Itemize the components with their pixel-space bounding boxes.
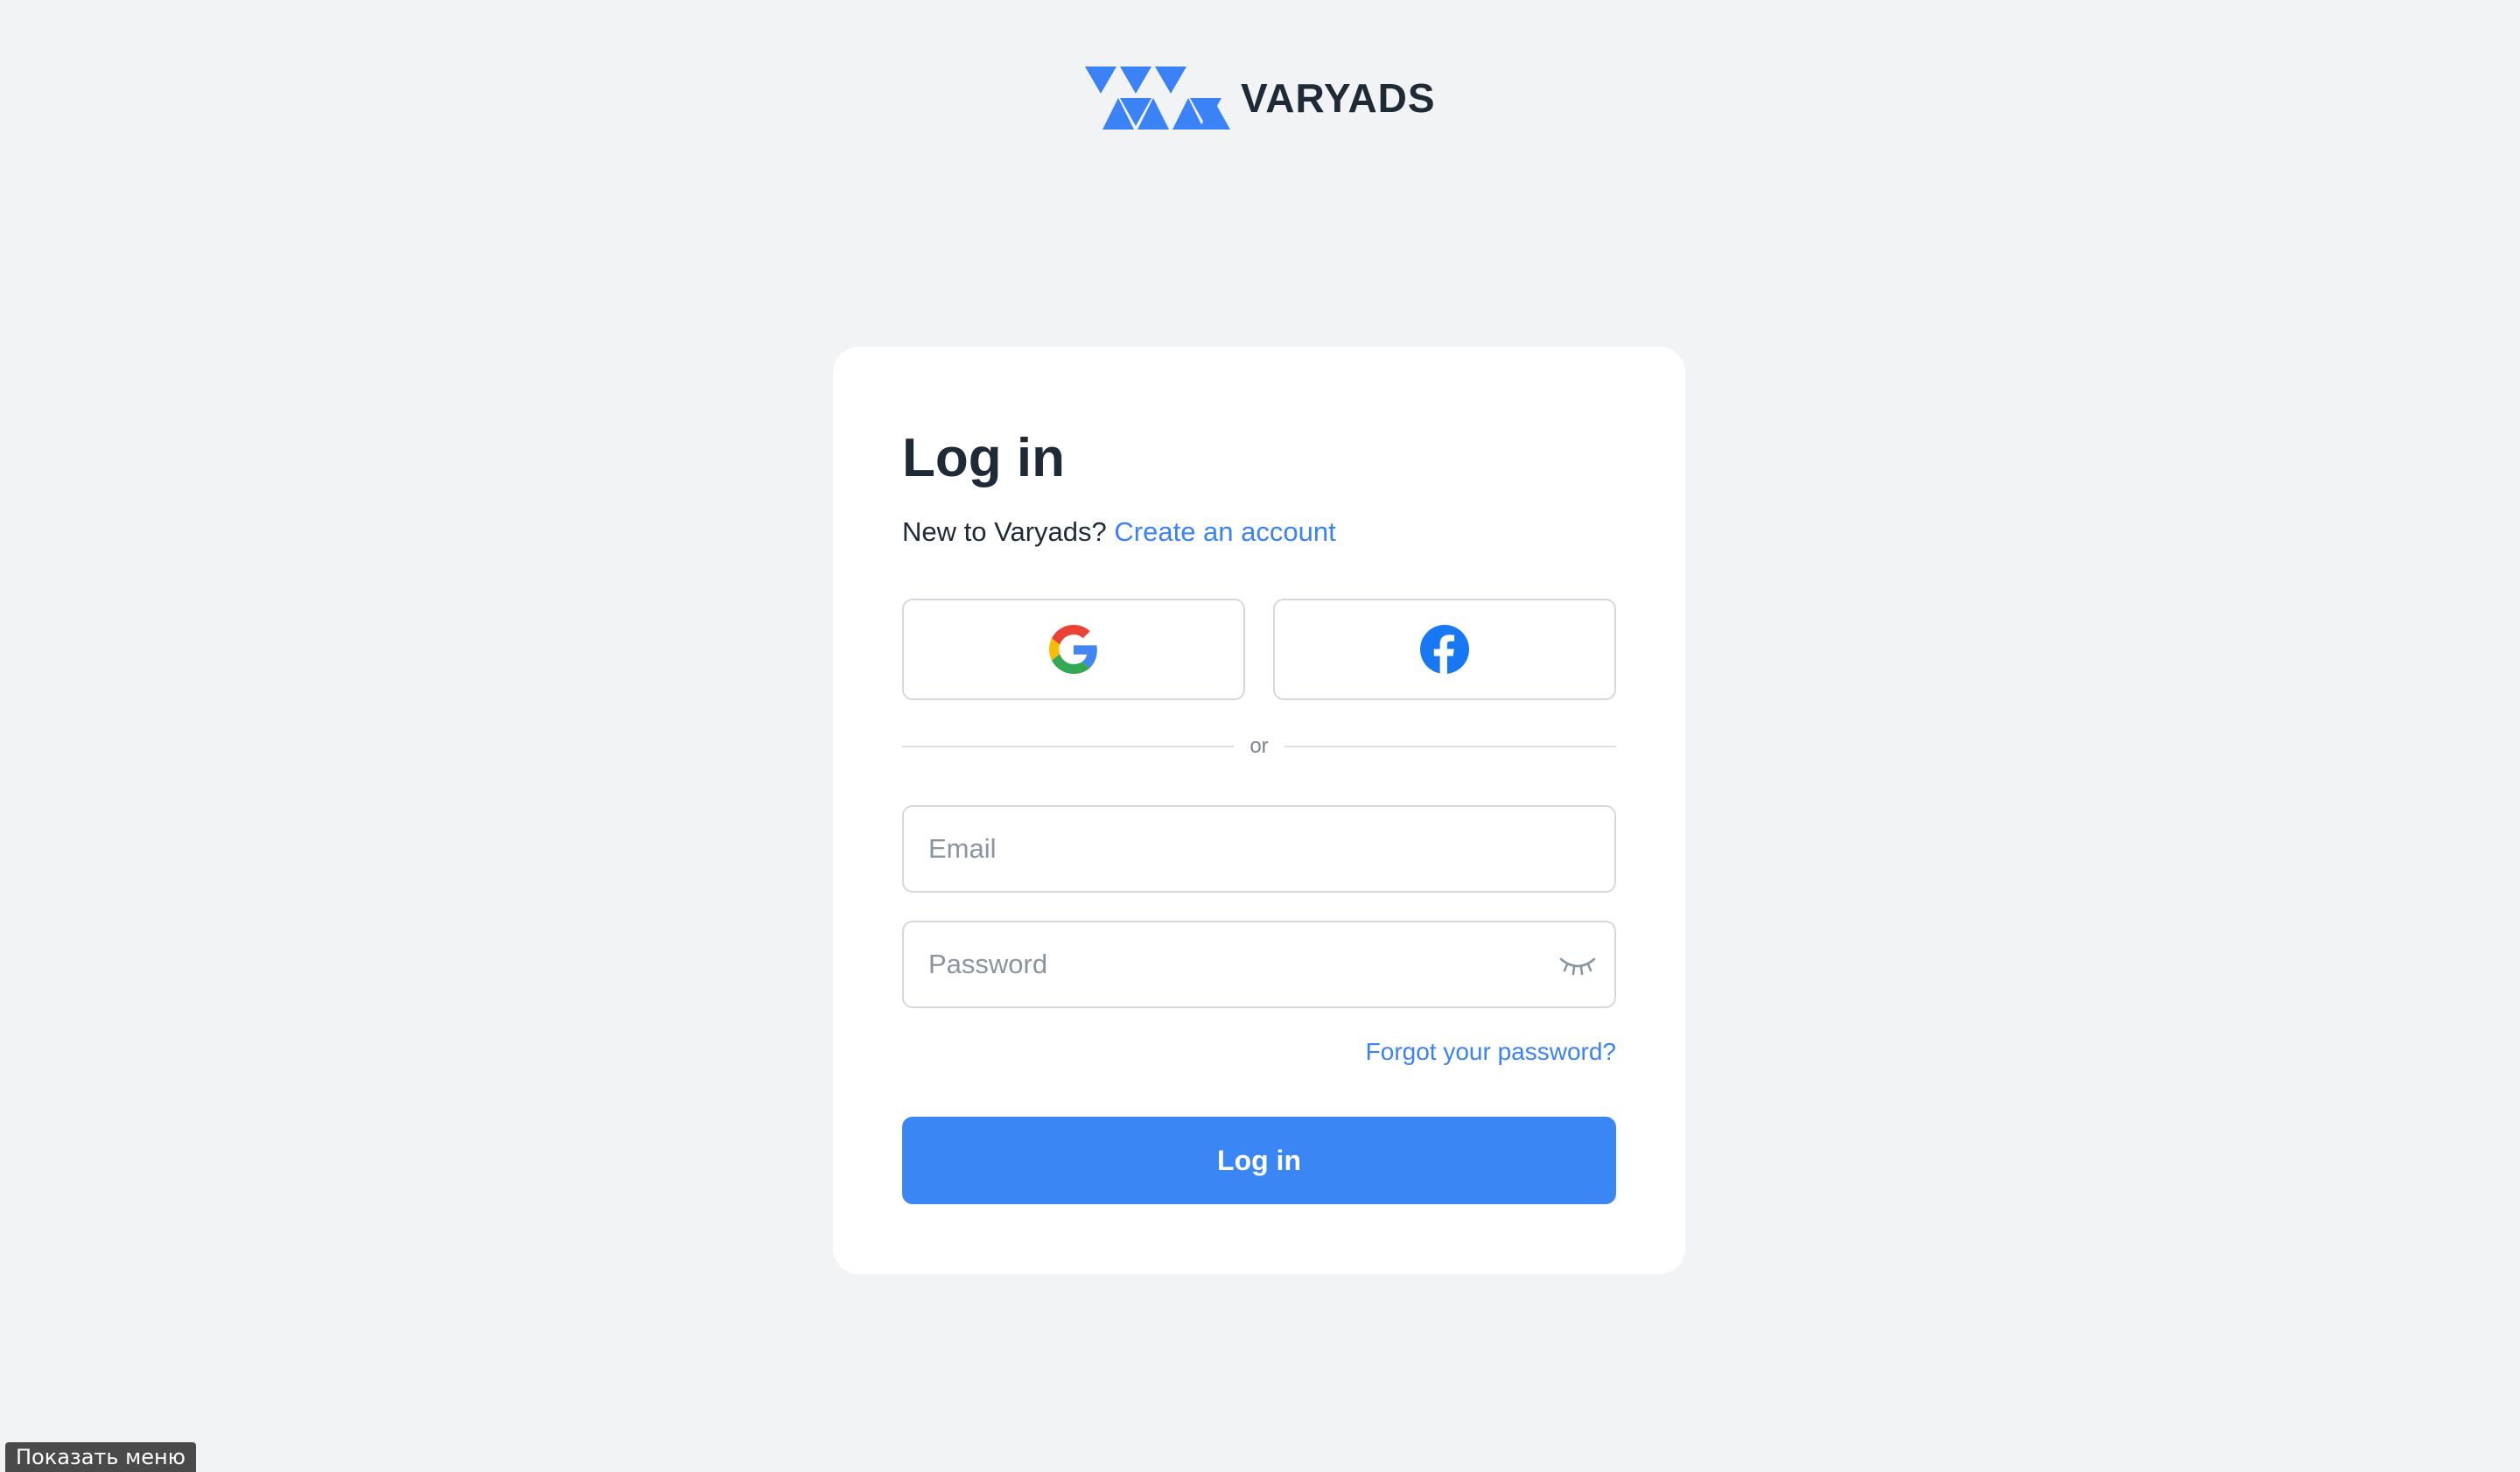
create-account-link[interactable]: Create an account bbox=[1114, 516, 1335, 547]
facebook-icon bbox=[1420, 625, 1469, 674]
divider-line-left bbox=[902, 746, 1235, 747]
brand-name: VARYADS bbox=[1241, 75, 1436, 121]
or-divider: or bbox=[902, 733, 1616, 760]
login-card: Log in New to Varyads? Create an account bbox=[833, 347, 1685, 1274]
password-field[interactable] bbox=[904, 922, 1614, 1006]
google-icon bbox=[1049, 625, 1098, 674]
signup-prompt: New to Varyads? bbox=[902, 516, 1107, 547]
email-field-wrapper bbox=[902, 805, 1616, 893]
page-title: Log in bbox=[902, 428, 1065, 488]
signup-prompt-line: New to Varyads? Create an account bbox=[902, 515, 1336, 550]
social-login-row bbox=[902, 599, 1616, 700]
email-field[interactable] bbox=[904, 807, 1614, 891]
brand-logo[interactable]: VARYADS bbox=[1085, 67, 1436, 130]
password-field-wrapper bbox=[902, 921, 1616, 1008]
login-button[interactable]: Log in bbox=[902, 1117, 1616, 1204]
forgot-password-link[interactable]: Forgot your password? bbox=[1366, 1036, 1616, 1068]
show-menu-button[interactable]: Показать меню bbox=[5, 1442, 196, 1472]
divider-text: or bbox=[1250, 734, 1269, 758]
eye-closed-icon[interactable] bbox=[1558, 952, 1597, 978]
facebook-login-button[interactable] bbox=[1273, 599, 1616, 700]
triangles-logo-icon bbox=[1085, 67, 1230, 130]
divider-line-right bbox=[1284, 746, 1616, 747]
login-page: VARYADS Log in New to Varyads? Create an… bbox=[0, 0, 2520, 1472]
google-login-button[interactable] bbox=[902, 599, 1245, 700]
